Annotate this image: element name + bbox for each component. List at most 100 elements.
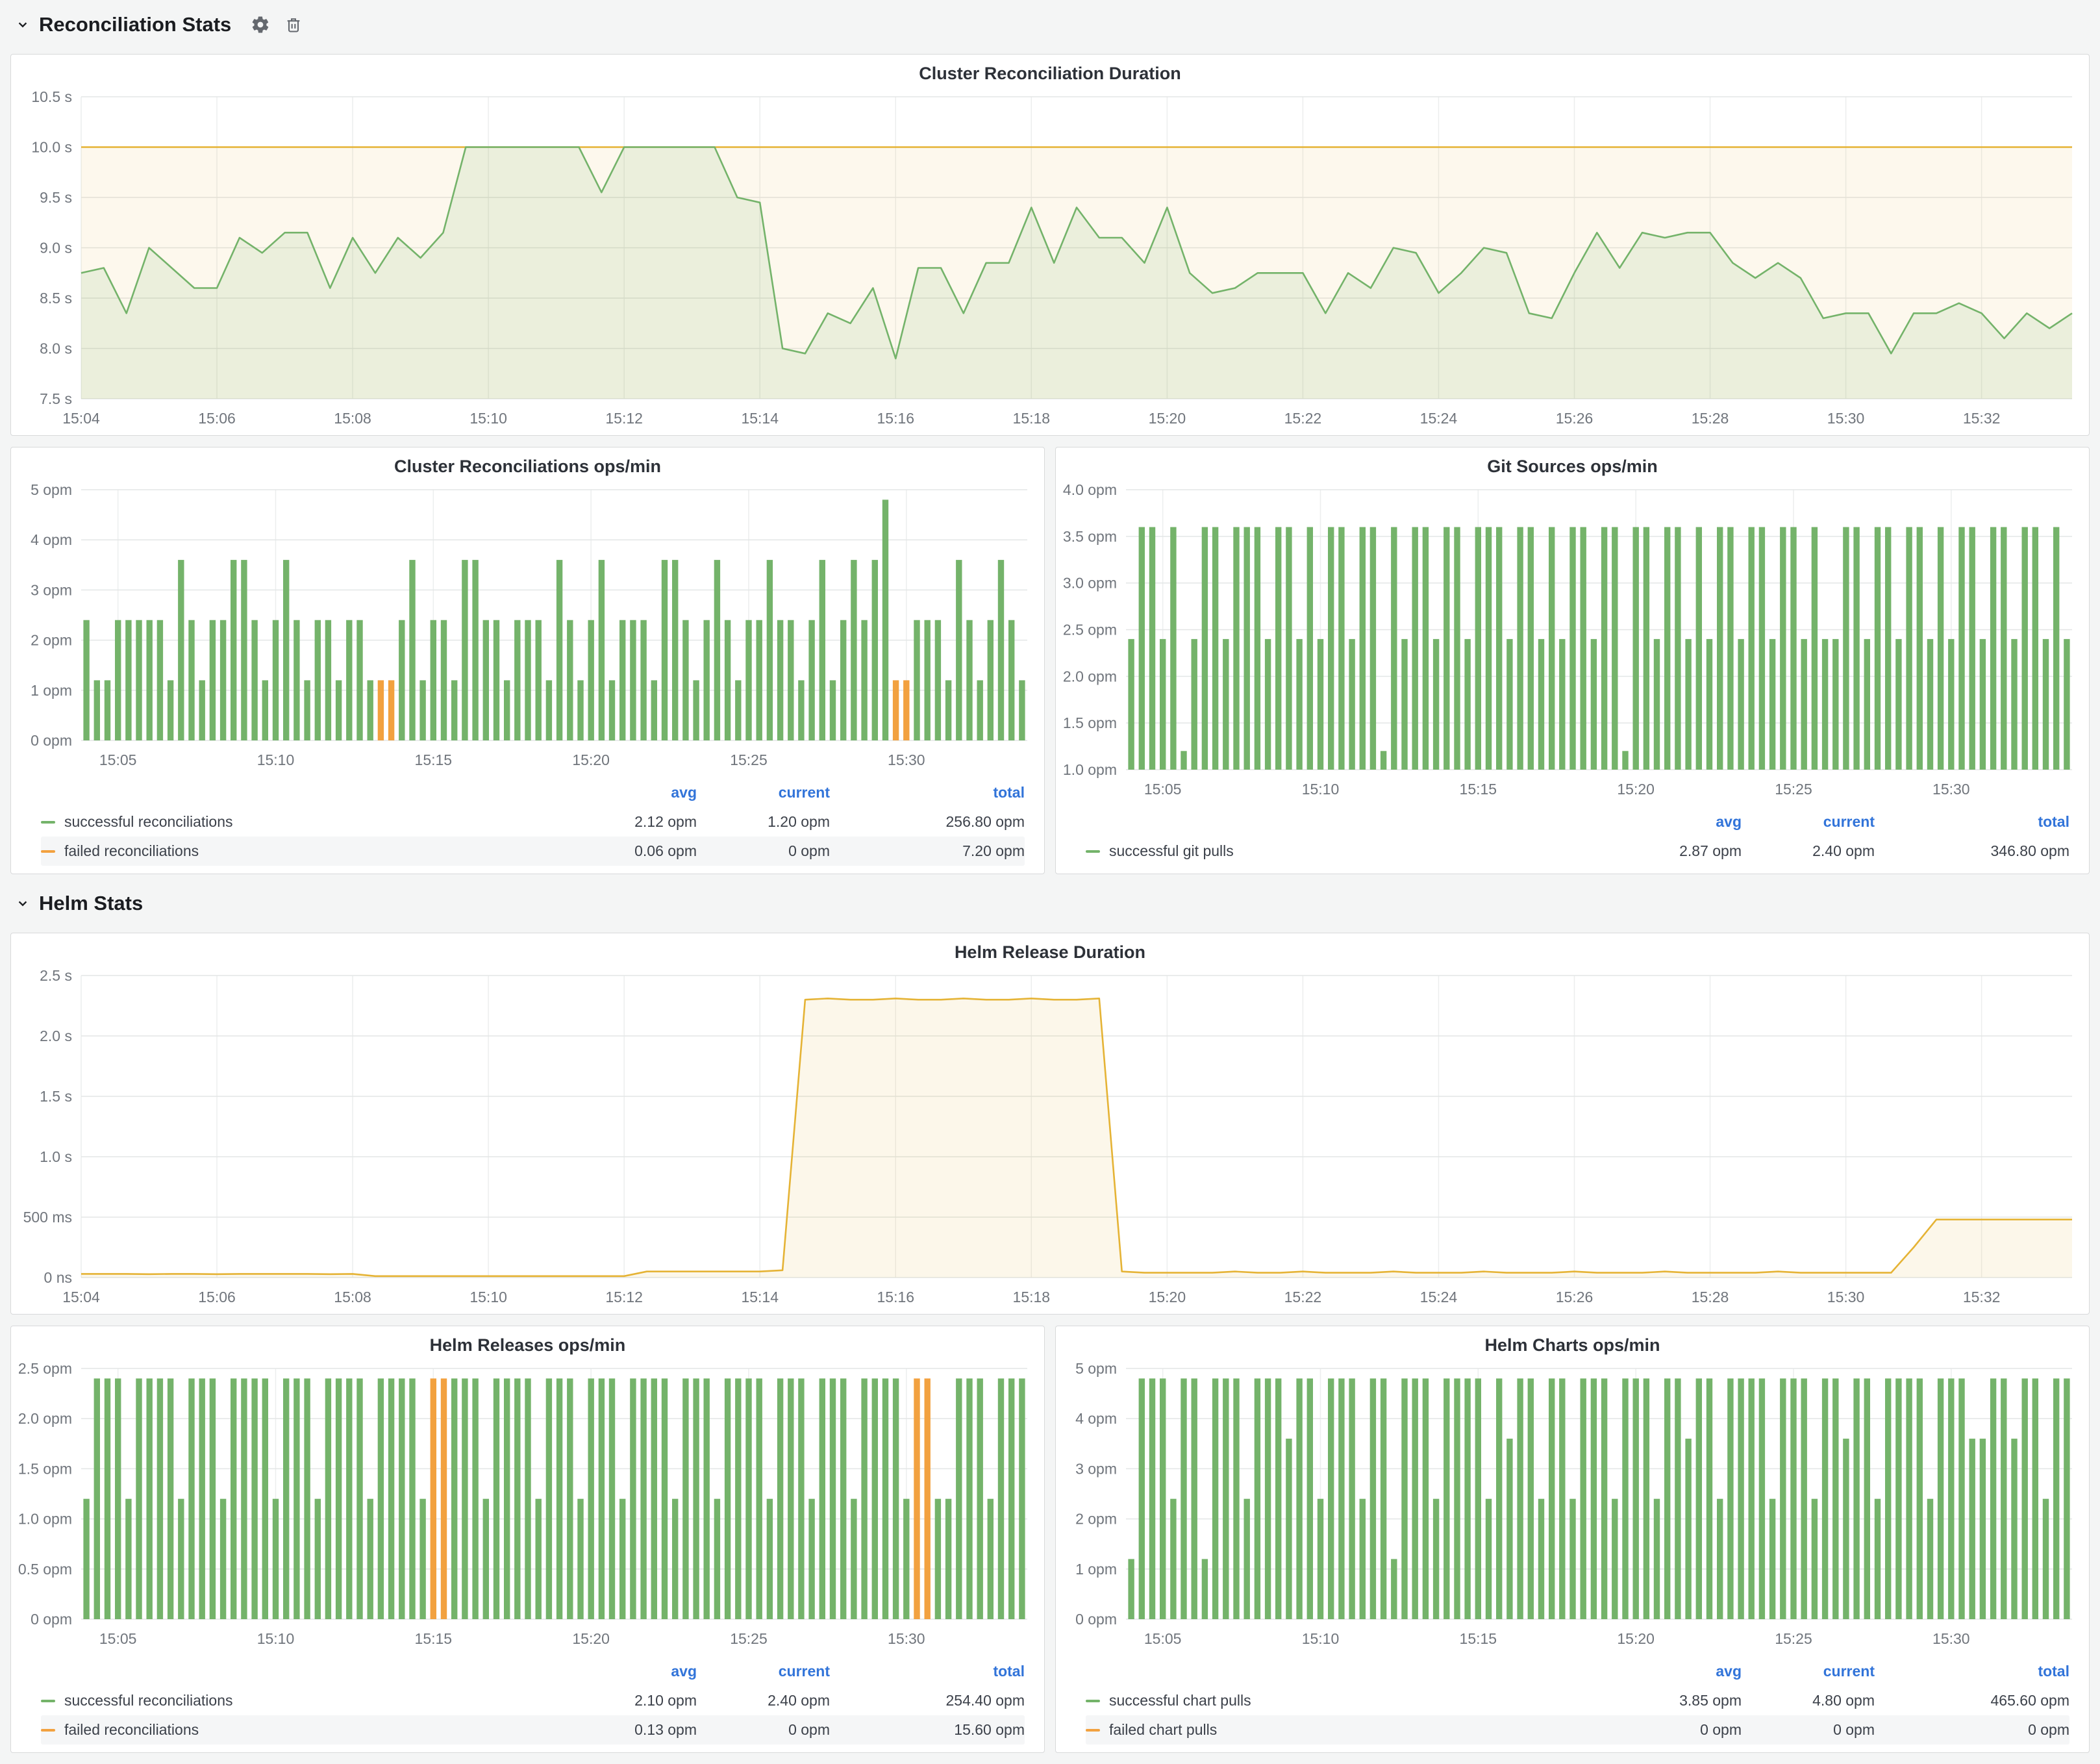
svg-text:2 opm: 2 opm <box>1075 1511 1117 1528</box>
panel-title[interactable]: Helm Release Duration <box>11 933 2089 965</box>
legend-series-toggle[interactable]: successful reconciliations <box>41 813 564 831</box>
legend-col-header-avg[interactable]: avg <box>1608 1663 1742 1680</box>
svg-text:8.0 s: 8.0 s <box>40 340 72 357</box>
svg-text:15:30: 15:30 <box>1932 781 1970 798</box>
series-name: successful reconciliations <box>64 813 233 831</box>
legend-value: 346.80 opm <box>1875 842 2069 860</box>
section-title[interactable]: Helm Stats <box>39 892 143 915</box>
section-title[interactable]: Reconciliation Stats <box>39 13 231 36</box>
trash-icon[interactable] <box>284 16 303 34</box>
legend-col-header-avg[interactable]: avg <box>564 784 697 801</box>
legend-col-header-total[interactable]: total <box>1875 1663 2069 1680</box>
svg-text:15:10: 15:10 <box>469 1289 507 1305</box>
panel-title[interactable]: Helm Charts ops/min <box>1056 1326 2089 1358</box>
svg-text:10.0 s: 10.0 s <box>31 139 72 156</box>
svg-text:0 ns: 0 ns <box>44 1269 72 1286</box>
svg-text:15:18: 15:18 <box>1013 1289 1051 1305</box>
legend-col-header-current[interactable]: current <box>697 1663 830 1680</box>
legend-header-row: avgcurrenttotal <box>41 1657 1025 1686</box>
panel-title[interactable]: Cluster Reconciliation Duration <box>11 55 2089 86</box>
svg-text:9.0 s: 9.0 s <box>40 240 72 257</box>
svg-text:15:10: 15:10 <box>1302 1630 1340 1647</box>
chart-helm-releases-opm[interactable]: 15:0515:1015:1515:2015:2515:302.5 opm2.0… <box>11 1358 1044 1656</box>
svg-text:5 opm: 5 opm <box>31 481 72 498</box>
legend-value: 0 opm <box>697 1721 830 1739</box>
panel-cluster-reconciliations-opm: Cluster Reconciliations ops/min 15:0515:… <box>10 447 1045 874</box>
legend-series-toggle[interactable]: successful reconciliations <box>41 1692 564 1709</box>
legend-col-header-avg[interactable]: avg <box>1608 813 1742 831</box>
chart-git-sources-opm[interactable]: 15:0515:1015:1515:2015:2515:304.0 opm3.5… <box>1056 479 2089 806</box>
svg-text:2.5 opm: 2.5 opm <box>1063 622 1117 638</box>
legend-col-header-current[interactable]: current <box>1742 813 1875 831</box>
svg-text:15:05: 15:05 <box>1144 781 1182 798</box>
svg-text:15:18: 15:18 <box>1013 410 1051 427</box>
svg-text:15:30: 15:30 <box>888 1630 925 1647</box>
svg-text:15:22: 15:22 <box>1284 410 1322 427</box>
svg-text:15:20: 15:20 <box>1149 1289 1186 1305</box>
svg-text:15:28: 15:28 <box>1692 1289 1729 1305</box>
legend-header-row: avgcurrenttotal <box>41 778 1025 807</box>
legend-col-header-total[interactable]: total <box>1875 813 2069 831</box>
section-header-helm-stats: Helm Stats <box>10 885 2090 922</box>
series-swatch <box>1086 1700 1100 1702</box>
legend-series-toggle[interactable]: failed chart pulls <box>1086 1721 1608 1739</box>
legend-row: failed chart pulls0 opm0 opm0 opm <box>1086 1715 2069 1745</box>
svg-text:15:10: 15:10 <box>1302 781 1340 798</box>
svg-text:15:26: 15:26 <box>1556 410 1594 427</box>
svg-text:0 opm: 0 opm <box>1075 1611 1117 1628</box>
chart-helm-charts-opm[interactable]: 15:0515:1015:1515:2015:2515:305 opm4 opm… <box>1056 1358 2089 1656</box>
legend-col-header-total[interactable]: total <box>830 784 1025 801</box>
chevron-down-icon[interactable] <box>14 16 31 33</box>
legend-series-toggle[interactable]: failed reconciliations <box>41 842 564 860</box>
legend-row: successful reconciliations2.10 opm2.40 o… <box>41 1686 1025 1715</box>
svg-text:0 opm: 0 opm <box>31 1611 72 1628</box>
svg-text:15:16: 15:16 <box>877 1289 914 1305</box>
series-name: successful git pulls <box>1109 842 1234 860</box>
chevron-down-icon[interactable] <box>14 895 31 912</box>
svg-text:2.0 s: 2.0 s <box>40 1027 72 1044</box>
legend-helm-releases: avgcurrenttotalsuccessful reconciliation… <box>11 1656 1044 1752</box>
chart-cluster-reconciliation-duration[interactable]: 15:0415:0615:0815:1015:1215:1415:1615:18… <box>11 86 2089 435</box>
svg-text:500 ms: 500 ms <box>23 1209 72 1226</box>
legend-value: 2.40 opm <box>697 1692 830 1709</box>
legend-value: 254.40 opm <box>830 1692 1025 1709</box>
legend-value: 0 opm <box>1742 1721 1875 1739</box>
chart-helm-release-duration[interactable]: 15:0415:0615:0815:1015:1215:1415:1615:18… <box>11 965 2089 1314</box>
legend-series-toggle[interactable]: failed reconciliations <box>41 1721 564 1739</box>
legend-series-toggle[interactable]: successful chart pulls <box>1086 1692 1608 1709</box>
legend-series-toggle[interactable]: successful git pulls <box>1086 842 1608 860</box>
chart-cluster-reconciliations-opm[interactable]: 15:0515:1015:1515:2015:2515:305 opm4 opm… <box>11 479 1044 777</box>
svg-text:7.5 s: 7.5 s <box>40 390 72 407</box>
gear-icon[interactable] <box>251 15 270 34</box>
svg-text:15:20: 15:20 <box>1149 410 1186 427</box>
svg-text:3.0 opm: 3.0 opm <box>1063 575 1117 592</box>
svg-text:15:06: 15:06 <box>198 410 236 427</box>
svg-text:2.5 s: 2.5 s <box>40 967 72 984</box>
legend-col-header-current[interactable]: current <box>697 784 830 801</box>
legend-row: failed reconciliations0.13 opm0 opm15.60… <box>41 1715 1025 1745</box>
svg-text:15:20: 15:20 <box>1617 1630 1655 1647</box>
svg-text:4 opm: 4 opm <box>31 531 72 548</box>
svg-text:9.5 s: 9.5 s <box>40 189 72 206</box>
panel-title[interactable]: Helm Releases ops/min <box>11 1326 1044 1358</box>
svg-text:15:05: 15:05 <box>99 1630 137 1647</box>
svg-text:15:28: 15:28 <box>1692 410 1729 427</box>
svg-text:15:10: 15:10 <box>257 1630 295 1647</box>
svg-text:0 opm: 0 opm <box>31 732 72 749</box>
legend-value: 0 opm <box>1608 1721 1742 1739</box>
panel-row-reconciliation: Cluster Reconciliations ops/min 15:05 15:… <box>10 447 2090 874</box>
legend-col-header-avg[interactable]: avg <box>564 1663 697 1680</box>
svg-text:1 opm: 1 opm <box>1075 1561 1117 1578</box>
svg-text:1.5 opm: 1.5 opm <box>1063 714 1117 731</box>
legend-col-header-current[interactable]: current <box>1742 1663 1875 1680</box>
legend-header-row: avgcurrenttotal <box>1086 1657 2069 1686</box>
svg-text:15:25: 15:25 <box>730 751 768 768</box>
legend-value: 15.60 opm <box>830 1721 1025 1739</box>
svg-text:15:25: 15:25 <box>1775 1630 1812 1647</box>
legend-value: 1.20 opm <box>697 813 830 831</box>
panel-title[interactable]: Cluster Reconciliations ops/min <box>11 447 1044 479</box>
svg-text:15:20: 15:20 <box>1617 781 1655 798</box>
svg-text:15:22: 15:22 <box>1284 1289 1322 1305</box>
panel-title[interactable]: Git Sources ops/min <box>1056 447 2089 479</box>
legend-col-header-total[interactable]: total <box>830 1663 1025 1680</box>
